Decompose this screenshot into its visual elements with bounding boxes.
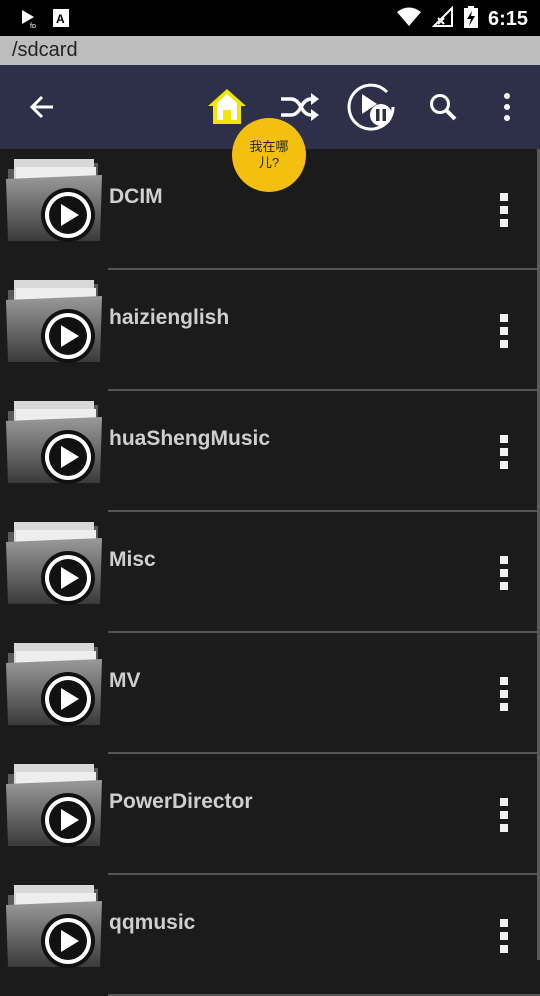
tooltip-text: 我在哪儿?	[249, 139, 289, 170]
path-bar: /sdcard	[0, 36, 540, 65]
folder-play-icon	[4, 639, 104, 729]
play-pause-button[interactable]	[347, 82, 397, 132]
wifi-icon	[396, 6, 422, 33]
folder-list: DCIM haizienglish huaShengMusic Misc MV …	[0, 149, 540, 996]
folder-row[interactable]: huaShengMusic	[0, 391, 540, 512]
row-more-icon[interactable]	[494, 919, 514, 953]
folder-play-icon	[4, 518, 104, 608]
home-button[interactable]	[205, 85, 249, 129]
play-notification-icon: fp	[20, 8, 38, 33]
folder-row[interactable]: Misc	[0, 512, 540, 633]
clock: 6:15	[487, 8, 528, 30]
battery-charging-icon	[463, 6, 478, 33]
folder-play-icon	[4, 155, 104, 245]
folder-row[interactable]: PowerDirector	[0, 754, 540, 875]
folder-name: MV	[109, 669, 141, 692]
back-button[interactable]	[20, 85, 64, 129]
a-notification-icon: A	[52, 8, 70, 33]
folder-name: DCIM	[109, 185, 163, 208]
folder-play-icon	[4, 276, 104, 366]
status-right: 6:15	[396, 5, 528, 33]
folder-row[interactable]: haizienglish	[0, 270, 540, 391]
row-more-icon[interactable]	[494, 314, 514, 348]
back-arrow-icon	[29, 95, 53, 119]
where-am-i-tooltip: 我在哪儿?	[232, 118, 306, 192]
folder-name: Misc	[109, 548, 156, 571]
status-bar: fp A 6:15	[0, 0, 540, 36]
no-signal-icon	[431, 5, 454, 33]
search-button[interactable]	[421, 85, 465, 129]
folder-name: qqmusic	[109, 911, 196, 934]
search-icon	[430, 94, 457, 121]
row-more-icon[interactable]	[494, 798, 514, 832]
folder-name: huaShengMusic	[109, 427, 271, 450]
svg-text:fp: fp	[30, 23, 36, 28]
overflow-menu-button[interactable]	[485, 85, 529, 129]
folder-name: PowerDirector	[109, 790, 253, 813]
row-more-icon[interactable]	[494, 193, 514, 227]
folder-row[interactable]: MV	[0, 633, 540, 754]
home-icon	[208, 89, 246, 124]
svg-text:A: A	[56, 12, 65, 26]
status-left: fp A	[20, 8, 70, 33]
more-vert-icon	[504, 93, 510, 121]
row-more-icon[interactable]	[494, 677, 514, 711]
folder-play-icon	[4, 881, 104, 971]
folder-play-icon	[4, 760, 104, 850]
row-more-icon[interactable]	[494, 556, 514, 590]
play-pause-icon	[347, 83, 395, 131]
folder-play-icon	[4, 397, 104, 487]
row-more-icon[interactable]	[494, 435, 514, 469]
folder-name: haizienglish	[109, 306, 230, 329]
folder-row[interactable]: qqmusic	[0, 875, 540, 996]
shuffle-icon	[281, 93, 319, 121]
